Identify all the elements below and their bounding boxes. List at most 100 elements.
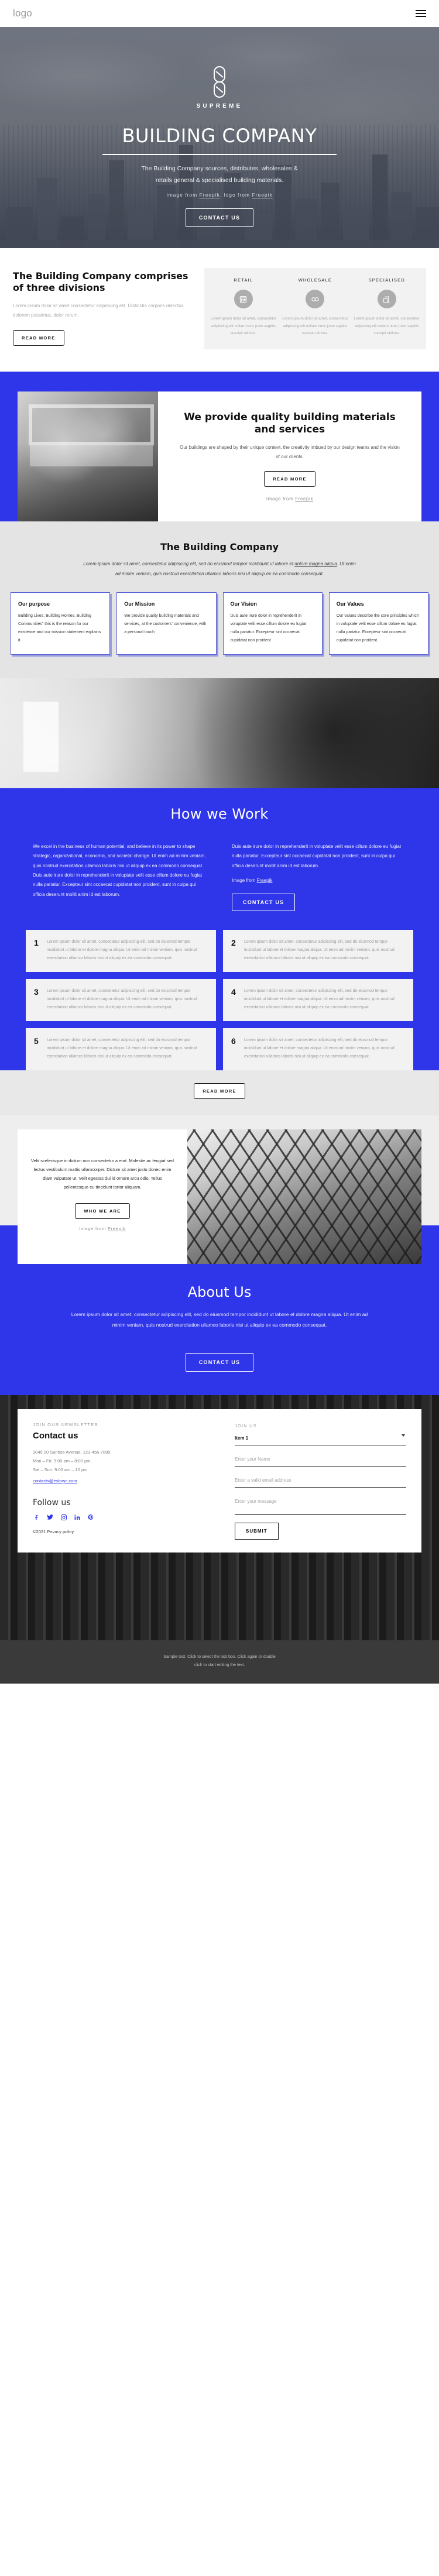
how-we-work-right-paragraph: Duis aute irure dolor in reprehenderit i… xyxy=(232,843,402,868)
name-input-placeholder: Enter your Name xyxy=(235,1456,270,1462)
chevron-down-icon xyxy=(402,1434,405,1437)
value-card-purpose[interactable]: Our purpose Building Lives, Building Hom… xyxy=(11,592,111,655)
company-paragraph: Lorem ipsum dolor sit amet, consectetur … xyxy=(82,559,357,579)
steps-section: 1 Lorem ipsum dolor sit amet, consectetu… xyxy=(0,911,439,1071)
freepik-link[interactable]: Freepik xyxy=(108,1226,126,1231)
division-card-specialised[interactable]: SPECIALISED Lorem ipsum dolor sit amet, … xyxy=(351,277,423,338)
value-card-values[interactable]: Our Values Our values describe the core … xyxy=(328,592,428,655)
freepik-link-logo[interactable]: Freepik xyxy=(252,192,272,198)
divisions-cards: RETAIL Lorem ipsum dolor sit amet, conse… xyxy=(204,268,426,349)
storefront-icon xyxy=(234,290,253,308)
join-us-kicker: JOIN US xyxy=(235,1423,257,1428)
footer-heading: Contact us xyxy=(33,1430,78,1441)
steps-read-more-button[interactable]: READ MORE xyxy=(194,1083,245,1100)
company-paragraph-link[interactable]: dolore magna aliqua xyxy=(294,561,337,566)
company-values-section: The Building Company Lorem ipsum dolor s… xyxy=(0,521,439,678)
division-card-wholesale[interactable]: WHOLESALE Lorem ipsum dolor sit amet, co… xyxy=(279,277,351,338)
division-title: WHOLESALE xyxy=(298,277,332,283)
top-navigation-bar: logo xyxy=(0,0,439,27)
value-card-title: Our Values xyxy=(336,600,364,607)
quote-image-credit: Image from Freepik xyxy=(30,1226,174,1231)
value-card-vision[interactable]: Our Vision Duis aute irure dolor in repr… xyxy=(222,592,323,655)
step-text: Lorem ipsum dolor sit amet, consectetur … xyxy=(47,940,197,961)
hero-section: SUPREME BUILDING COMPANY The Building Co… xyxy=(0,27,439,248)
hero-subtitle-line-2: retails general & specialised building m… xyxy=(155,176,284,184)
footer-email-link[interactable]: contacts@esbnyc.com xyxy=(33,1476,77,1485)
quote-photo xyxy=(187,1129,421,1265)
divisions-paragraph: Lorem ipsum dolor sit amet consectetur a… xyxy=(13,303,184,318)
footer-bottom-line-1: Sample text. Click to select the text bo… xyxy=(163,1654,276,1659)
quote-text: Velit scelerisque in dictum non consecte… xyxy=(31,1158,174,1190)
who-we-are-button[interactable]: WHO WE ARE xyxy=(75,1203,130,1220)
footer-bottom-line-2: click to start editing the text. xyxy=(194,1663,245,1667)
facebook-icon[interactable] xyxy=(33,1514,40,1521)
join-us-select[interactable]: Item 1 xyxy=(235,1432,406,1445)
quality-title: We provide quality building materials an… xyxy=(184,411,396,436)
step-text: Lorem ipsum dolor sit amet, consectetur … xyxy=(244,940,395,961)
quote-section: Velit scelerisque in dictum non consecte… xyxy=(0,1115,439,1265)
step-item: 2 Lorem ipsum dolor sit amet, consectetu… xyxy=(223,930,413,973)
quality-card: We provide quality building materials an… xyxy=(158,391,421,522)
hero-contact-us-button[interactable]: CONTACT US xyxy=(185,208,254,228)
hero-subtitle-line-1: The Building Company sources, distribute… xyxy=(141,165,298,173)
submit-button[interactable]: SUBMIT xyxy=(235,1522,279,1540)
footer-contact-info: JOIN OUR NEWSLETTER Contact us 3045 10 S… xyxy=(33,1422,220,1540)
quote-card: Velit scelerisque in dictum non consecte… xyxy=(18,1129,187,1265)
about-paragraph: Lorem ipsum dolor sit amet, consectetur … xyxy=(71,1311,368,1328)
site-logo[interactable]: logo xyxy=(13,8,32,19)
credit-prefix: Image from xyxy=(232,878,257,884)
how-we-work-right-column: Duis aute irure dolor in reprehenderit i… xyxy=(232,842,406,912)
instagram-icon[interactable] xyxy=(60,1514,67,1521)
value-card-mission[interactable]: Our Mission We provide quality building … xyxy=(116,592,217,655)
how-we-work-contact-us-button[interactable]: CONTACT US xyxy=(232,894,296,912)
freepik-link-image[interactable]: Freepik xyxy=(200,192,220,198)
name-input[interactable]: Enter your Name xyxy=(235,1453,406,1466)
follow-us-heading: Follow us xyxy=(33,1498,71,1508)
value-card-text: Our values describe the core principles … xyxy=(336,613,419,643)
footer-copyright: ©2021 Privacy policy xyxy=(33,1529,74,1535)
step-number: 3 xyxy=(34,987,39,997)
divisions-text-column: The Building Company comprises of three … xyxy=(13,268,195,349)
newsletter-kicker: JOIN OUR NEWSLETTER xyxy=(33,1421,98,1427)
division-text: Lorem ipsum dolor sit amet, consectetur … xyxy=(282,317,348,336)
footer-hours-weekday: Mon – Fri: 9:00 am – 8:00 pm, xyxy=(33,1458,92,1464)
linkedin-icon[interactable] xyxy=(74,1514,81,1521)
email-input-placeholder: Enter a valid email address xyxy=(235,1477,291,1483)
twitter-icon[interactable] xyxy=(46,1513,54,1521)
division-title: SPECIALISED xyxy=(368,277,405,283)
email-input[interactable]: Enter a valid email address xyxy=(235,1474,406,1488)
value-card-title: Our Mission xyxy=(124,600,155,607)
quality-read-more-button[interactable]: READ MORE xyxy=(264,471,315,487)
pinterest-icon[interactable] xyxy=(87,1514,94,1521)
how-we-work-heading: How we Work xyxy=(170,805,269,822)
steps-cta-row: READ MORE xyxy=(0,1070,439,1116)
division-text: Lorem ipsum dolor sit amet, consectetur … xyxy=(210,317,276,336)
step-item: 1 Lorem ipsum dolor sit amet, consectetu… xyxy=(26,930,216,973)
about-heading: About Us xyxy=(187,1284,252,1301)
footer-section: JOIN OUR NEWSLETTER Contact us 3045 10 S… xyxy=(0,1395,439,1640)
hero-title: BUILDING COMPANY xyxy=(122,125,317,147)
step-item: 5 Lorem ipsum dolor sit amet, consectetu… xyxy=(26,1028,216,1071)
value-card-text: Duis aute irure dolor in reprehenderit i… xyxy=(230,613,307,643)
footer-photo-area xyxy=(0,1553,439,1640)
quality-paragraph: Our buildings are shaped by their unique… xyxy=(180,445,400,460)
credit-prefix: Image from xyxy=(166,192,200,198)
division-title: RETAIL xyxy=(234,277,253,283)
freepik-link[interactable]: Freepik xyxy=(257,878,273,883)
hero-subtitle: The Building Company sources, distribute… xyxy=(0,163,439,186)
credit-prefix: Image from xyxy=(79,1226,108,1232)
how-we-work-photo xyxy=(0,678,439,788)
footer-address: 3045 10 Sunrize Avenue, 123-456-7890 xyxy=(33,1449,111,1455)
brand-wordmark: SUPREME xyxy=(196,103,243,109)
freepik-link[interactable]: Freepik xyxy=(295,496,313,502)
divisions-read-more-button[interactable]: READ MORE xyxy=(13,329,64,346)
quality-photo xyxy=(18,391,158,522)
hamburger-menu-icon[interactable] xyxy=(416,10,426,17)
division-card-retail[interactable]: RETAIL Lorem ipsum dolor sit amet, conse… xyxy=(208,277,279,338)
value-card-text: We provide quality building materials an… xyxy=(124,613,207,634)
message-textarea[interactable]: Enter your message xyxy=(235,1495,406,1515)
how-we-work-left-paragraph: We excel in the business of human potent… xyxy=(33,843,206,897)
how-we-work-image-credit: Image from Freepik xyxy=(232,878,406,883)
about-contact-us-button[interactable]: CONTACT US xyxy=(185,1352,254,1372)
supreme-logo-icon xyxy=(211,66,228,98)
